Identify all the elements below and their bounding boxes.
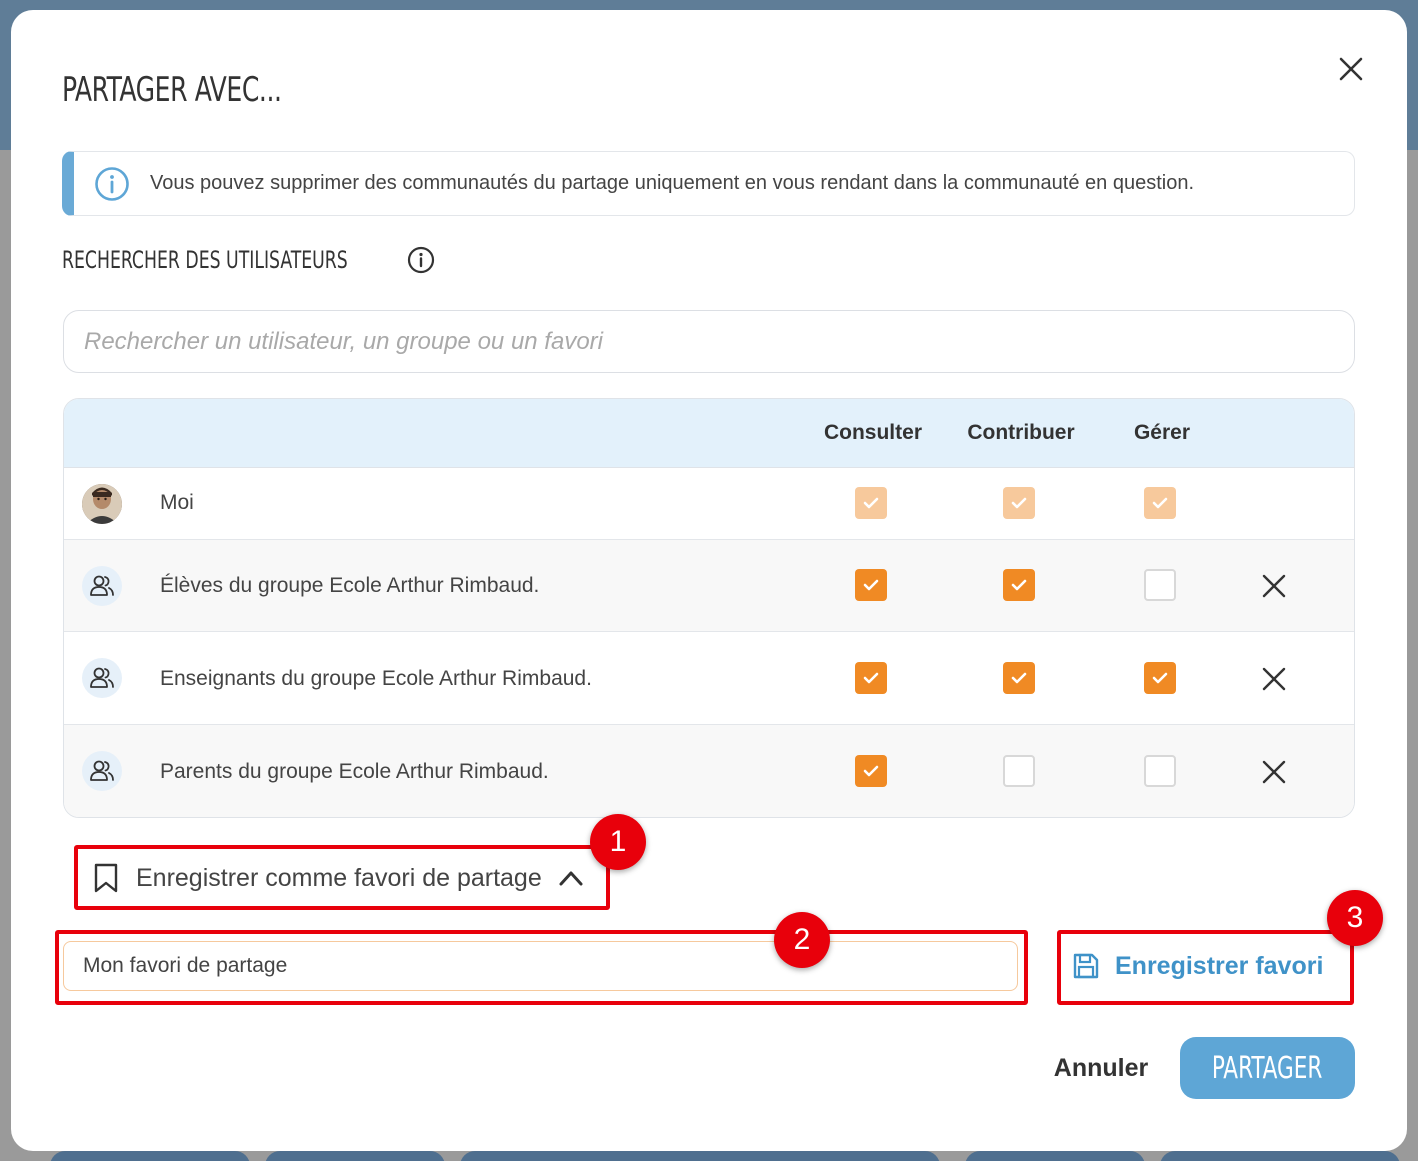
row-name: Élèves du groupe Ecole Arthur Rimbaud. [160,574,540,597]
table-row: Moi [64,468,1354,540]
info-text: Vous pouvez supprimer des communautés du… [150,172,1194,194]
save-as-favorite-label: Enregistrer comme favori de partage [136,863,542,892]
floppy-disk-icon [1073,953,1099,979]
close-icon[interactable] [1336,54,1366,84]
checkbox-contribuer [1003,487,1035,519]
save-favorite-label: Enregistrer favori [1115,951,1324,980]
background-pill [265,1151,445,1161]
checkbox-gerer[interactable] [1144,755,1176,787]
cancel-button[interactable]: Annuler [1031,1040,1171,1096]
search-users-heading: RECHERCHER DES UTILISATEURS [62,246,435,274]
avatar [82,484,122,524]
row-name: Moi [160,491,194,514]
checkbox-gerer [1144,487,1176,519]
remove-icon[interactable] [1261,759,1287,785]
checkbox-consulter[interactable] [855,569,887,601]
save-favorite-button[interactable]: Enregistrer favori [1071,941,1346,991]
share-button-label: PARTAGER [1212,1050,1323,1086]
checkbox-contribuer[interactable] [1003,569,1035,601]
checkbox-contribuer[interactable] [1003,755,1035,787]
group-icon [90,760,114,781]
checkbox-consulter[interactable] [855,755,887,787]
share-modal: PARTAGER AVEC... Vous pouvez supprimer d… [11,10,1407,1151]
annotation-marker: 1 [590,814,646,870]
checkbox-consulter [855,487,887,519]
row-name: Parents du groupe Ecole Arthur Rimbaud. [160,760,549,783]
search-users-label: RECHERCHER DES UTILISATEURS [62,246,348,274]
search-input[interactable] [63,310,1355,373]
annotation-marker: 3 [1327,890,1383,946]
avatar [82,751,122,791]
checkmark-icon [863,497,879,509]
background-pill [1160,1151,1400,1161]
column-header-contribuer: Contribuer [967,421,1075,444]
checkmark-icon [1152,497,1168,509]
avatar [82,658,122,698]
checkmark-icon [863,672,879,684]
group-icon [90,667,114,688]
modal-title: PARTAGER AVEC... [62,70,282,110]
table-header: Consulter Contribuer Gérer [64,399,1354,468]
checkbox-consulter[interactable] [855,662,887,694]
checkbox-contribuer[interactable] [1003,662,1035,694]
checkmark-icon [1011,579,1027,591]
remove-icon[interactable] [1261,666,1287,692]
table-row: Enseignants du groupe Ecole Arthur Rimba… [64,632,1354,725]
checkmark-icon [863,765,879,777]
checkmark-icon [1011,672,1027,684]
favorite-name-input[interactable] [63,941,1018,991]
group-icon [90,575,114,596]
checkbox-gerer[interactable] [1144,662,1176,694]
table-row: Élèves du groupe Ecole Arthur Rimbaud. [64,540,1354,632]
info-alert: Vous pouvez supprimer des communautés du… [62,151,1355,216]
avatar [82,566,122,606]
bookmark-icon [94,863,118,893]
share-rights-table: Consulter Contribuer Gérer Moi Élèves du… [63,398,1355,818]
table-row: Parents du groupe Ecole Arthur Rimbaud. [64,725,1354,817]
checkbox-gerer[interactable] [1144,569,1176,601]
info-icon[interactable] [407,246,435,274]
share-button[interactable]: PARTAGER [1180,1037,1355,1099]
save-as-favorite-toggle[interactable]: Enregistrer comme favori de partage [78,848,608,908]
remove-icon[interactable] [1261,573,1287,599]
info-icon [95,166,129,201]
annotation-marker: 2 [774,912,830,968]
checkmark-icon [1152,672,1168,684]
background-pill [965,1151,1145,1161]
checkmark-icon [1011,497,1027,509]
checkmark-icon [863,579,879,591]
column-header-consulter: Consulter [823,421,922,444]
user-photo-icon [82,484,122,524]
chevron-up-icon [559,871,583,886]
background-pill [460,1151,940,1161]
background-pill [50,1151,250,1161]
row-name: Enseignants du groupe Ecole Arthur Rimba… [160,667,592,690]
column-header-gerer: Gérer [1133,421,1191,444]
